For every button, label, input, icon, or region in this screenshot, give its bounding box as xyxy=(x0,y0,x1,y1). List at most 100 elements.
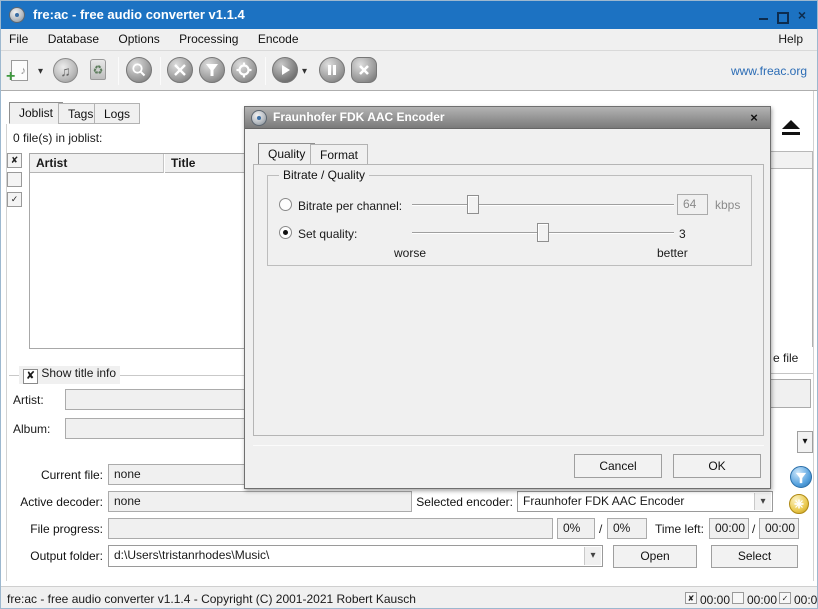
bitrate-radio[interactable] xyxy=(279,198,292,211)
dialog-title: Fraunhofer FDK AAC Encoder xyxy=(273,110,445,124)
toolbar: ♪ + ▾ ♫ ♻ ▾ www.freac.org xyxy=(1,51,817,91)
time-none-value: 00:00 xyxy=(747,593,777,607)
menu-help[interactable]: Help xyxy=(770,29,811,50)
dialog-tab-format[interactable]: Format xyxy=(310,144,368,165)
track-list[interactable] xyxy=(771,169,813,347)
toolbar-separator xyxy=(265,57,266,85)
clear-joblist-button[interactable]: ♻ xyxy=(90,59,106,80)
right-panel-field[interactable] xyxy=(771,379,811,408)
menu-encode[interactable]: Encode xyxy=(250,29,307,50)
add-files-dropdown[interactable]: ▾ xyxy=(38,66,43,77)
x-mark-icon: ✘ xyxy=(11,155,19,165)
minimize-button[interactable] xyxy=(757,9,771,23)
show-title-info-checkbox[interactable]: ✘ Show title info xyxy=(19,366,120,384)
show-title-info-label: Show title info xyxy=(41,366,116,380)
right-panel-divider xyxy=(771,373,813,374)
panel-right-border xyxy=(813,91,814,581)
bitrate-slider-thumb[interactable] xyxy=(467,195,479,214)
single-file-label-partial: e file xyxy=(773,351,798,365)
selected-encoder-combobox[interactable]: Fraunhofer FDK AAC Encoder ▾ xyxy=(517,491,773,512)
start-encoding-dropdown[interactable]: ▾ xyxy=(302,66,307,77)
tab-joblist[interactable]: Joblist xyxy=(9,102,63,124)
minimize-icon xyxy=(759,18,768,20)
bitrate-value-field[interactable]: 64 xyxy=(677,194,708,215)
rip-cd-button[interactable]: ♫ xyxy=(53,58,78,83)
open-folder-button[interactable]: Open xyxy=(613,545,697,568)
window-title: fre:ac - free audio converter v1.1.4 xyxy=(33,7,245,22)
start-encoding-button[interactable] xyxy=(272,57,298,83)
music-note-icon: ♪ xyxy=(21,65,27,77)
maximize-button[interactable] xyxy=(775,9,789,23)
encoder-settings-sphere-button[interactable] xyxy=(789,494,809,514)
bitrate-slider-track xyxy=(412,204,674,206)
configure-encoder-button[interactable] xyxy=(231,57,257,83)
funnel-icon xyxy=(795,472,807,484)
time-selected-value: 00:00 xyxy=(794,593,818,607)
pause-encoding-button[interactable] xyxy=(319,57,345,83)
output-folder-value: d:\Users\tristanrhodes\Music\ xyxy=(114,548,269,562)
menu-options[interactable]: Options xyxy=(110,29,167,50)
column-header-artist[interactable]: Artist xyxy=(30,154,164,173)
better-label: better xyxy=(657,246,688,260)
dialog-separator xyxy=(253,445,764,446)
ok-button[interactable]: OK xyxy=(673,454,761,478)
select-folder-button[interactable]: Select xyxy=(711,545,798,568)
time-all-value: 00:00 xyxy=(700,593,730,607)
menu-processing[interactable]: Processing xyxy=(171,29,246,50)
statusbar-text: fre:ac - free audio converter v1.1.4 - C… xyxy=(7,592,416,606)
search-icon xyxy=(131,62,147,78)
close-button[interactable]: × xyxy=(795,9,809,23)
time-left-label: Time left: xyxy=(655,522,704,536)
gear-icon xyxy=(236,62,252,78)
toolbar-separator xyxy=(160,57,161,85)
chevron-down-icon: ▾ xyxy=(802,436,807,447)
toggle-selection-button[interactable]: ✓ xyxy=(7,192,22,207)
recycle-icon: ♻ xyxy=(93,63,104,77)
star-icon xyxy=(794,499,804,509)
current-file-label: Current file: xyxy=(1,468,103,482)
time-selected-indicator-icon: ✓ xyxy=(779,592,791,604)
tab-logs[interactable]: Logs xyxy=(94,103,140,124)
output-folder-label: Output folder: xyxy=(1,549,103,563)
pause-icon xyxy=(326,64,338,76)
chevron-down-icon[interactable]: ▾ xyxy=(754,493,771,510)
stop-encoding-button[interactable] xyxy=(351,57,377,83)
freac-website-link[interactable]: www.freac.org xyxy=(731,64,807,78)
dialog-close-button[interactable]: × xyxy=(746,110,762,126)
chevron-down-icon[interactable]: ▾ xyxy=(584,547,601,565)
select-none-button[interactable] xyxy=(7,172,22,187)
stop-x-icon xyxy=(358,64,370,76)
track-list-header xyxy=(771,151,813,169)
general-settings-button[interactable] xyxy=(167,57,193,83)
funnel-icon xyxy=(205,63,219,77)
application-window: fre:ac - free audio converter v1.1.4 × F… xyxy=(0,0,818,609)
menu-file[interactable]: File xyxy=(1,29,36,50)
select-all-button[interactable]: ✘ xyxy=(7,153,22,168)
add-plus-icon: + xyxy=(6,70,15,84)
artist-label: Artist: xyxy=(13,393,44,407)
quality-value: 3 xyxy=(679,227,686,241)
progress-slash: / xyxy=(599,522,602,536)
output-folder-combobox[interactable]: d:\Users\tristanrhodes\Music\ ▾ xyxy=(108,545,603,567)
output-format-sphere-button[interactable] xyxy=(790,466,812,488)
toolbar-separator xyxy=(118,57,119,85)
eject-cd-button[interactable] xyxy=(778,118,804,142)
right-panel-combo-arrow[interactable]: ▾ xyxy=(797,431,813,453)
quality-slider-thumb[interactable] xyxy=(537,223,549,242)
music-notes-icon: ♫ xyxy=(60,63,71,79)
dialog-tab-quality[interactable]: Quality xyxy=(258,143,315,165)
cddb-query-button[interactable] xyxy=(126,57,152,83)
bitrate-label: Bitrate per channel: xyxy=(298,199,402,213)
output-format-button[interactable] xyxy=(199,57,225,83)
worse-label: worse xyxy=(394,246,426,260)
time-none-indicator-icon xyxy=(732,592,744,604)
bitrate-unit-label: kbps xyxy=(715,198,740,212)
quality-radio[interactable] xyxy=(279,226,292,239)
joblist-count: 0 file(s) in joblist: xyxy=(13,131,102,145)
cancel-button[interactable]: Cancel xyxy=(574,454,662,478)
menu-database[interactable]: Database xyxy=(40,29,107,50)
add-files-button[interactable]: ♪ + xyxy=(11,60,28,81)
radio-dot-icon xyxy=(283,230,288,235)
check-icon: ✓ xyxy=(11,194,19,204)
app-logo-icon xyxy=(9,7,25,23)
